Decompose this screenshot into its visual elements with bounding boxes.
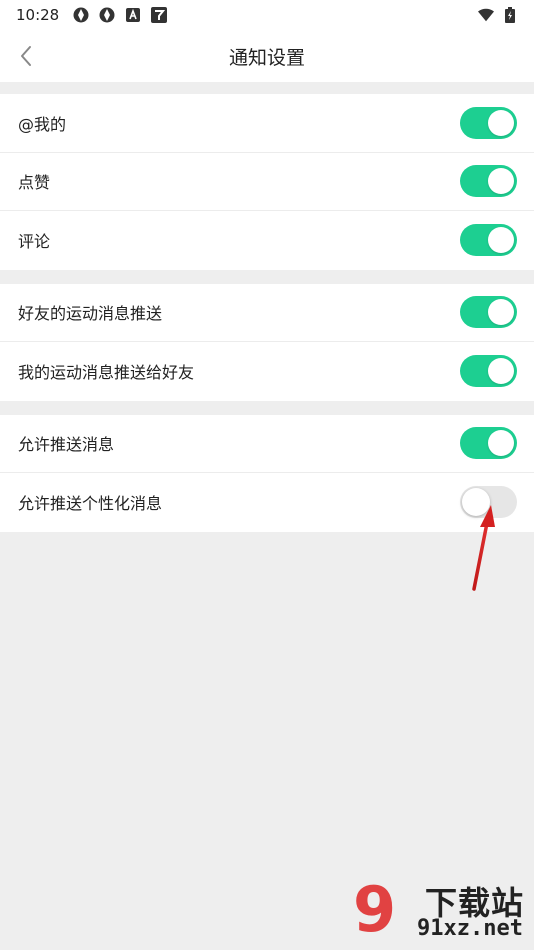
setting-label: @我的 [18,114,67,134]
setting-label: 点赞 [18,173,51,193]
comments-toggle[interactable] [460,224,517,257]
toggle-knob [488,109,514,136]
setting-label: 好友的运动消息推送 [18,304,163,324]
setting-row-mentions: @我的 [0,94,534,153]
annotation-arrow-icon [472,505,495,591]
settings-section-push: 允许推送消息 允许推送个性化消息 [0,414,534,532]
wifi-icon [478,7,494,23]
setting-label: 我的运动消息推送给好友 [18,363,195,383]
setting-row-allow-personalized-push: 允许推送个性化消息 [0,473,534,532]
setting-row-share-activity-to-friends: 我的运动消息推送给好友 [0,342,534,401]
setting-row-friends-activity-push: 好友的运动消息推送 [0,283,534,342]
share-activity-toggle[interactable] [460,355,517,388]
setting-row-comments: 评论 [0,211,534,270]
watermark-logo: 9 [353,873,396,946]
aperture-icon [99,7,115,23]
setting-label: 允许推送个性化消息 [18,494,163,514]
setting-row-allow-push: 允许推送消息 [0,414,534,473]
settings-section-interactions: @我的 点赞 评论 [0,94,534,270]
toggle-knob [488,168,514,195]
status-bar: 10:28 [0,0,534,30]
setting-label: 允许推送消息 [18,435,115,455]
status-icons-right [478,7,518,23]
allow-push-toggle[interactable] [460,427,517,460]
page-title: 通知设置 [228,46,305,69]
site-watermark: 9 下载站 91xz.net [353,876,528,946]
toggle-knob [488,227,514,254]
section-divider [0,82,534,94]
a-app-icon [125,7,141,23]
status-icons-left [73,7,168,23]
header: 通知设置 [0,30,534,82]
mentions-toggle[interactable] [460,106,517,139]
app-icon [151,7,168,23]
status-time: 10:28 [16,6,60,24]
toggle-knob [488,358,514,385]
toggle-knob [488,299,514,326]
toggle-knob [488,430,514,457]
setting-label: 评论 [18,232,51,252]
battery-charging-icon [502,7,518,23]
setting-row-likes: 点赞 [0,152,534,211]
section-divider [0,269,534,284]
back-button[interactable] [10,40,42,72]
friends-activity-push-toggle[interactable] [460,296,517,329]
watermark-url: 91xz.net [417,916,523,941]
section-divider [0,400,534,415]
chevron-left-icon [21,46,31,66]
aperture-icon [73,7,89,23]
settings-section-friends: 好友的运动消息推送 我的运动消息推送给好友 [0,283,534,401]
likes-toggle[interactable] [460,165,517,198]
